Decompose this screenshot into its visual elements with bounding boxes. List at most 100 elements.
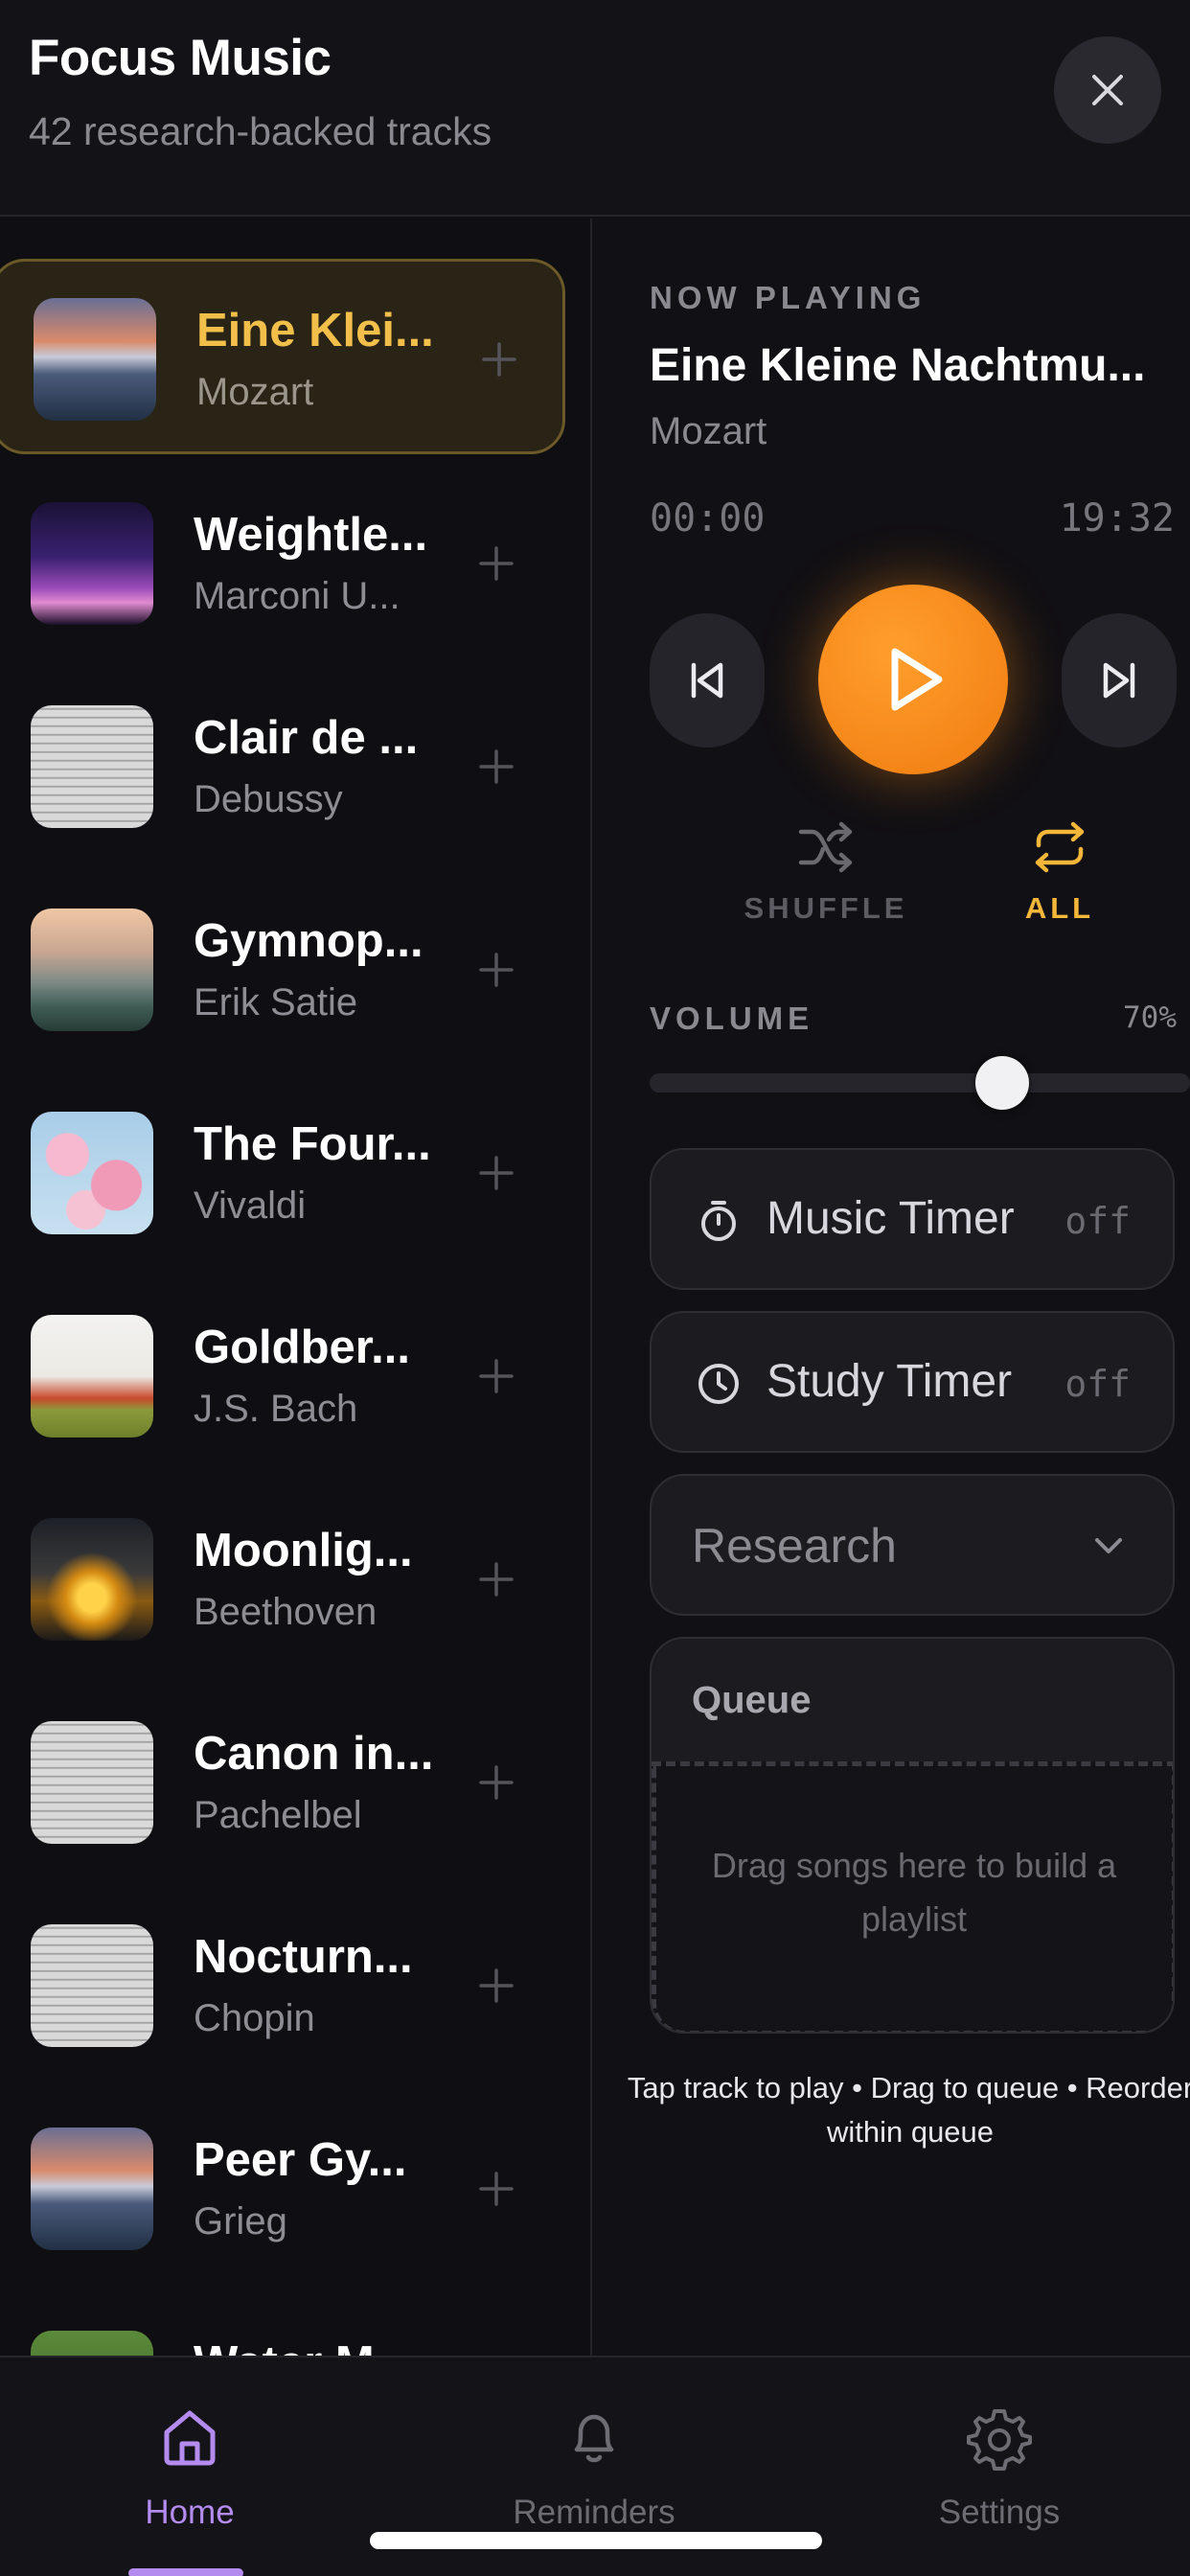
repeat-all-toggle[interactable]: ALL bbox=[973, 820, 1146, 926]
track-artist: Debussy bbox=[194, 778, 343, 820]
track-row[interactable]: Water M... bbox=[0, 2294, 565, 2356]
track-artist: Mozart bbox=[196, 371, 314, 413]
tab-settings-label: Settings bbox=[938, 2494, 1061, 2531]
queue-empty-text: Drag songs here to build a playlist bbox=[711, 1846, 1117, 1939]
album-art bbox=[31, 1315, 153, 1438]
music-timer-label: Music Timer bbox=[767, 1193, 1015, 1244]
track-artist: Pachelbel bbox=[194, 1794, 362, 1836]
track-title: The Four... bbox=[194, 1118, 431, 1170]
track-row[interactable]: Eine Klei... Mozart bbox=[0, 259, 565, 454]
shuffle-label: SHUFFLE bbox=[744, 891, 908, 925]
previous-track-button[interactable] bbox=[650, 613, 765, 748]
track-title: Canon in... bbox=[194, 1728, 434, 1780]
add-to-queue-icon[interactable] bbox=[475, 542, 517, 585]
track-row[interactable]: Goldber... J.S. Bach bbox=[0, 1278, 565, 1474]
shuffle-toggle[interactable]: SHUFFLE bbox=[740, 820, 912, 926]
close-icon bbox=[1092, 75, 1123, 105]
track-list[interactable]: Eine Klei... Mozart Weightle... Marconi U..… bbox=[0, 218, 592, 2356]
add-to-queue-icon[interactable] bbox=[475, 949, 517, 991]
now-playing-artist: Mozart bbox=[650, 410, 767, 452]
track-row[interactable]: Weightle... Marconi U... bbox=[0, 466, 565, 661]
track-title: Gymnop... bbox=[194, 915, 423, 967]
home-gesture-bar[interactable] bbox=[370, 2532, 822, 2549]
elapsed-time: 00:00 bbox=[650, 496, 766, 540]
queue-drop-zone[interactable]: Drag songs here to build a playlist bbox=[652, 1761, 1173, 2032]
album-art bbox=[31, 908, 153, 1031]
next-track-button[interactable] bbox=[1062, 613, 1177, 748]
track-title: Moonlig... bbox=[194, 1525, 413, 1576]
play-button[interactable] bbox=[818, 585, 1008, 774]
add-to-queue-icon[interactable] bbox=[475, 746, 517, 788]
clock-icon bbox=[698, 1364, 739, 1404]
track-row[interactable]: The Four... Vivaldi bbox=[0, 1075, 565, 1271]
shuffle-icon bbox=[798, 821, 853, 873]
queue-panel: Queue Drag songs here to build a playlis… bbox=[650, 1637, 1175, 2034]
track-title: Water M... bbox=[194, 2336, 414, 2356]
track-row[interactable]: Moonlig... Beethoven bbox=[0, 1482, 565, 1677]
now-playing-label: NOW PLAYING bbox=[650, 280, 927, 315]
add-to-queue-icon[interactable] bbox=[475, 1355, 517, 1397]
music-timer-button[interactable]: Music Timer off bbox=[650, 1148, 1175, 1290]
album-art bbox=[31, 705, 153, 828]
track-title: Goldber... bbox=[194, 1322, 410, 1373]
active-tab-indicator bbox=[128, 2568, 243, 2576]
header: Focus Music 42 research-backed tracks bbox=[0, 0, 1190, 217]
add-to-queue-icon[interactable] bbox=[475, 2168, 517, 2210]
track-title: Nocturn... bbox=[194, 1931, 413, 1983]
album-art bbox=[31, 2331, 153, 2356]
bell-icon bbox=[574, 2414, 614, 2463]
album-art bbox=[31, 2128, 153, 2250]
repeat-icon bbox=[1035, 821, 1085, 873]
category-selected-value: Research bbox=[692, 1519, 897, 1573]
volume-label: VOLUME bbox=[650, 1000, 814, 1036]
add-to-queue-icon[interactable] bbox=[478, 338, 520, 380]
track-row[interactable]: Nocturn... Chopin bbox=[0, 1888, 565, 2083]
album-art bbox=[34, 298, 156, 421]
track-row[interactable]: Peer Gy... Grieg bbox=[0, 2091, 565, 2287]
track-row[interactable]: Clair de ... Debussy bbox=[0, 669, 565, 864]
track-title: Clair de ... bbox=[194, 712, 419, 764]
add-to-queue-icon[interactable] bbox=[475, 1761, 517, 1804]
skip-previous-icon bbox=[691, 662, 723, 699]
track-row[interactable]: Canon in... Pachelbel bbox=[0, 1685, 565, 1880]
chevron-down-icon bbox=[1095, 1538, 1122, 1553]
track-title: Peer Gy... bbox=[194, 2134, 407, 2186]
repeat-label: ALL bbox=[1024, 891, 1095, 925]
add-to-queue-icon[interactable] bbox=[475, 1965, 517, 2007]
album-art bbox=[31, 1518, 153, 1641]
track-artist: Chopin bbox=[194, 1997, 315, 2039]
album-art bbox=[31, 502, 153, 625]
add-to-queue-icon[interactable] bbox=[475, 1152, 517, 1194]
total-time: 19:32 bbox=[1059, 496, 1175, 540]
track-artist: Beethoven bbox=[194, 1591, 378, 1633]
page-subtitle: 42 research-backed tracks bbox=[29, 109, 492, 153]
stopwatch-icon bbox=[701, 1201, 736, 1241]
tab-reminders[interactable]: Reminders bbox=[469, 2404, 719, 2532]
tab-settings[interactable]: Settings bbox=[875, 2404, 1124, 2532]
track-row[interactable]: Gymnop... Erik Satie bbox=[0, 872, 565, 1068]
album-art bbox=[31, 1924, 153, 2047]
study-timer-button[interactable]: Study Timer off bbox=[650, 1311, 1175, 1453]
track-title: Eine Klei... bbox=[196, 305, 434, 356]
track-title: Weightle... bbox=[194, 509, 428, 561]
queue-title: Queue bbox=[692, 1679, 812, 1721]
track-artist: Grieg bbox=[194, 2200, 287, 2242]
gear-icon bbox=[967, 2409, 1032, 2471]
play-icon bbox=[891, 648, 943, 711]
add-to-queue-icon[interactable] bbox=[475, 1558, 517, 1600]
close-button[interactable] bbox=[1054, 36, 1161, 144]
study-timer-label: Study Timer bbox=[767, 1356, 1013, 1407]
category-select[interactable]: Research bbox=[650, 1474, 1175, 1616]
tab-reminders-label: Reminders bbox=[513, 2494, 675, 2531]
track-artist: Vivaldi bbox=[194, 1184, 307, 1227]
home-icon bbox=[164, 2410, 216, 2466]
track-artist: Marconi U... bbox=[194, 575, 400, 617]
volume-knob[interactable] bbox=[975, 1056, 1030, 1110]
skip-next-icon bbox=[1103, 662, 1135, 699]
album-art bbox=[31, 1721, 153, 1844]
tab-home[interactable]: Home bbox=[65, 2404, 314, 2532]
volume-slider[interactable] bbox=[650, 1073, 1190, 1092]
album-art bbox=[31, 1112, 153, 1234]
track-artist: J.S. Bach bbox=[194, 1388, 358, 1430]
track-artist: Erik Satie bbox=[194, 981, 358, 1024]
